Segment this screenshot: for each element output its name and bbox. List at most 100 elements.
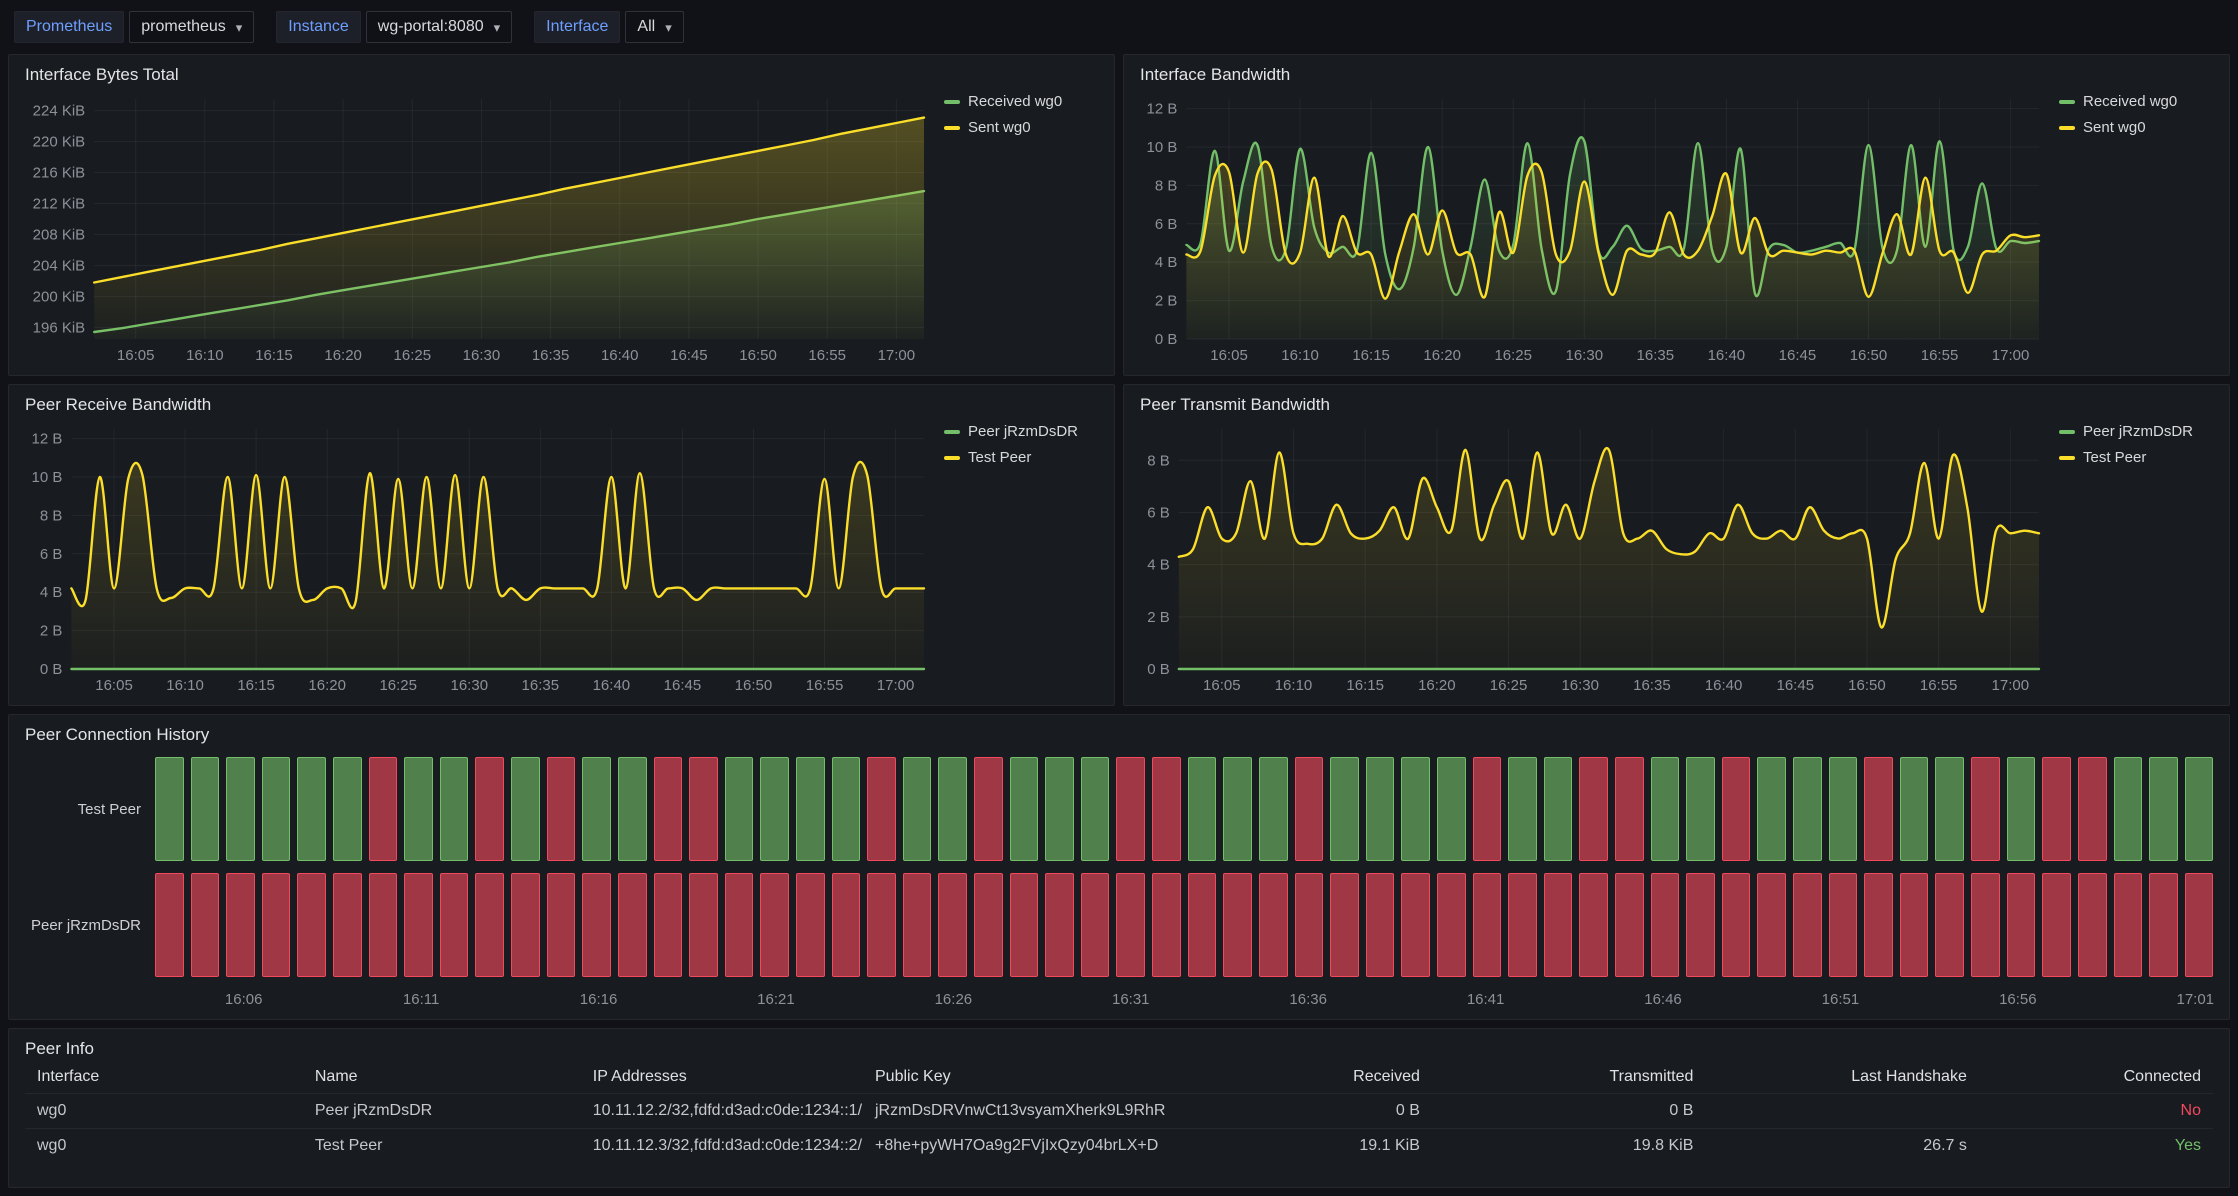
- status-bar-connected[interactable]: [796, 757, 825, 861]
- status-bar-disconnected[interactable]: [2185, 873, 2214, 977]
- column-header-transmitted[interactable]: Transmitted: [1432, 1061, 1706, 1094]
- column-header-connected[interactable]: Connected: [1979, 1061, 2213, 1094]
- status-bar-disconnected[interactable]: [938, 873, 967, 977]
- time-series-chart[interactable]: 0 B2 B4 B6 B8 B16:0516:1016:1516:2016:25…: [1140, 417, 2045, 699]
- legend-item[interactable]: Sent wg0: [944, 119, 1098, 136]
- status-bar-connected[interactable]: [1188, 757, 1217, 861]
- status-bar-connected[interactable]: [760, 757, 789, 861]
- status-bar-connected[interactable]: [1935, 757, 1964, 861]
- status-bar-connected[interactable]: [832, 757, 861, 861]
- variable-value-dropdown[interactable]: prometheus▾: [129, 11, 254, 43]
- status-bar-connected[interactable]: [618, 757, 647, 861]
- status-bar-disconnected[interactable]: [511, 873, 540, 977]
- status-bar-disconnected[interactable]: [1437, 873, 1466, 977]
- status-bar-disconnected[interactable]: [1722, 757, 1751, 861]
- status-bar-disconnected[interactable]: [475, 757, 504, 861]
- status-bar-connected[interactable]: [155, 757, 184, 861]
- status-bar-disconnected[interactable]: [796, 873, 825, 977]
- status-bar-disconnected[interactable]: [1295, 757, 1324, 861]
- status-bar-connected[interactable]: [1259, 757, 1288, 861]
- status-bar-connected[interactable]: [725, 757, 754, 861]
- status-bar-disconnected[interactable]: [1508, 873, 1537, 977]
- status-bar-disconnected[interactable]: [1615, 757, 1644, 861]
- status-bar-disconnected[interactable]: [618, 873, 647, 977]
- status-bar-disconnected[interactable]: [2078, 873, 2107, 977]
- status-bar-disconnected[interactable]: [1081, 873, 1110, 977]
- status-bar-disconnected[interactable]: [1223, 873, 1252, 977]
- panel-title[interactable]: Peer Receive Bandwidth: [25, 393, 1098, 417]
- status-bar-disconnected[interactable]: [582, 873, 611, 977]
- status-bar-disconnected[interactable]: [1259, 873, 1288, 977]
- status-bar-disconnected[interactable]: [1188, 873, 1217, 977]
- status-bar-disconnected[interactable]: [2149, 873, 2178, 977]
- status-bar-connected[interactable]: [1010, 757, 1039, 861]
- status-bar-disconnected[interactable]: [654, 757, 683, 861]
- status-bar-disconnected[interactable]: [1544, 873, 1573, 977]
- status-bar-disconnected[interactable]: [1116, 873, 1145, 977]
- status-bar-disconnected[interactable]: [369, 873, 398, 977]
- legend-item[interactable]: Received wg0: [2059, 93, 2213, 110]
- column-header-public_key[interactable]: Public Key: [863, 1061, 1235, 1094]
- status-bar-disconnected[interactable]: [867, 873, 896, 977]
- status-bar-connected[interactable]: [1401, 757, 1430, 861]
- status-bar-connected[interactable]: [1900, 757, 1929, 861]
- status-bar-connected[interactable]: [582, 757, 611, 861]
- status-bar-connected[interactable]: [1757, 757, 1786, 861]
- time-series-chart[interactable]: 0 B2 B4 B6 B8 B10 B12 B16:0516:1016:1516…: [1140, 87, 2045, 369]
- status-bar-disconnected[interactable]: [440, 873, 469, 977]
- status-bar-connected[interactable]: [1651, 757, 1680, 861]
- status-bar-disconnected[interactable]: [1366, 873, 1395, 977]
- status-bar-disconnected[interactable]: [1473, 873, 1502, 977]
- time-series-chart[interactable]: 196 KiB200 KiB204 KiB208 KiB212 KiB216 K…: [25, 87, 930, 369]
- status-bar-disconnected[interactable]: [369, 757, 398, 861]
- column-header-name[interactable]: Name: [303, 1061, 581, 1094]
- status-bar-disconnected[interactable]: [867, 757, 896, 861]
- column-header-last_handshake[interactable]: Last Handshake: [1705, 1061, 1979, 1094]
- status-bar-connected[interactable]: [1223, 757, 1252, 861]
- status-bar-disconnected[interactable]: [1330, 873, 1359, 977]
- status-bar-disconnected[interactable]: [1401, 873, 1430, 977]
- status-bar-connected[interactable]: [1437, 757, 1466, 861]
- legend-item[interactable]: Sent wg0: [2059, 119, 2213, 136]
- status-bar-connected[interactable]: [404, 757, 433, 861]
- column-header-ips[interactable]: IP Addresses: [581, 1061, 863, 1094]
- time-series-chart[interactable]: 0 B2 B4 B6 B8 B10 B12 B16:0516:1016:1516…: [25, 417, 930, 699]
- status-bar-disconnected[interactable]: [1579, 873, 1608, 977]
- status-bar-connected[interactable]: [1366, 757, 1395, 861]
- status-bar-disconnected[interactable]: [1473, 757, 1502, 861]
- status-bar-disconnected[interactable]: [1615, 873, 1644, 977]
- status-bar-disconnected[interactable]: [2078, 757, 2107, 861]
- status-bar-connected[interactable]: [2149, 757, 2178, 861]
- status-bar-disconnected[interactable]: [191, 873, 220, 977]
- status-bar-connected[interactable]: [938, 757, 967, 861]
- status-bar-disconnected[interactable]: [333, 873, 362, 977]
- status-bar-disconnected[interactable]: [226, 873, 255, 977]
- status-bar-connected[interactable]: [2185, 757, 2214, 861]
- status-bar-disconnected[interactable]: [689, 873, 718, 977]
- legend-item[interactable]: Test Peer: [2059, 449, 2213, 466]
- status-bar-disconnected[interactable]: [1864, 873, 1893, 977]
- status-bar-disconnected[interactable]: [1295, 873, 1324, 977]
- status-bar-disconnected[interactable]: [725, 873, 754, 977]
- status-bar-connected[interactable]: [262, 757, 291, 861]
- status-bar-disconnected[interactable]: [2007, 873, 2036, 977]
- status-bar-connected[interactable]: [191, 757, 220, 861]
- status-bar-disconnected[interactable]: [832, 873, 861, 977]
- status-bar-disconnected[interactable]: [2114, 873, 2143, 977]
- status-bar-disconnected[interactable]: [1722, 873, 1751, 977]
- status-bar-connected[interactable]: [511, 757, 540, 861]
- status-bar-connected[interactable]: [1686, 757, 1715, 861]
- status-bar-disconnected[interactable]: [1010, 873, 1039, 977]
- status-bar-disconnected[interactable]: [1971, 757, 2000, 861]
- status-bar-disconnected[interactable]: [404, 873, 433, 977]
- legend-item[interactable]: Peer jRzmDsDR: [2059, 423, 2213, 440]
- status-bar-disconnected[interactable]: [1152, 757, 1181, 861]
- status-bar-disconnected[interactable]: [1864, 757, 1893, 861]
- column-header-received[interactable]: Received: [1235, 1061, 1432, 1094]
- status-bar-disconnected[interactable]: [654, 873, 683, 977]
- column-header-interface[interactable]: Interface: [25, 1061, 303, 1094]
- status-bar-disconnected[interactable]: [1686, 873, 1715, 977]
- status-bar-connected[interactable]: [1508, 757, 1537, 861]
- legend-item[interactable]: Peer jRzmDsDR: [944, 423, 1098, 440]
- status-bar-disconnected[interactable]: [2042, 757, 2071, 861]
